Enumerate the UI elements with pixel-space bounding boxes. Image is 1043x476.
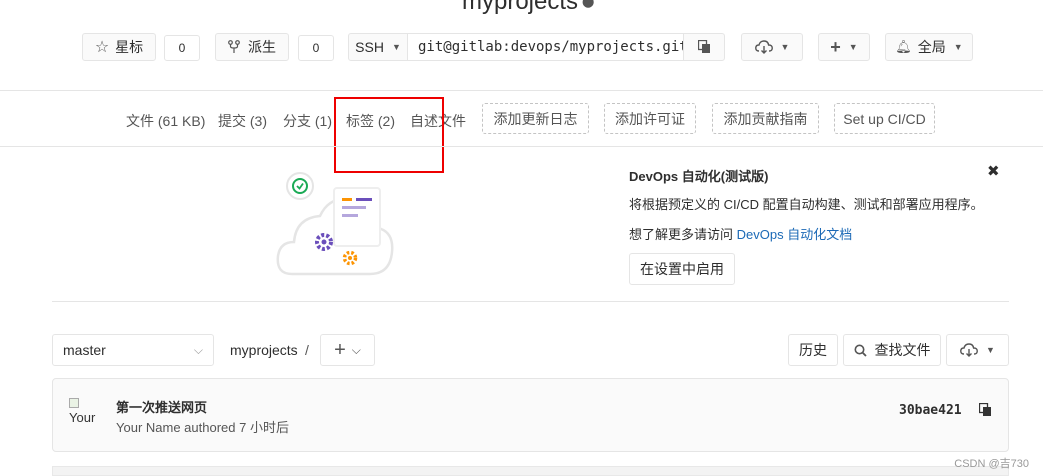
copy-url-button[interactable] bbox=[683, 33, 725, 61]
autodevops-learn-more: 想了解更多请访问 DevOps 自动化文档 bbox=[629, 224, 852, 243]
fork-count[interactable]: 0 bbox=[298, 35, 334, 61]
download-dropdown[interactable]: ▼ bbox=[741, 33, 803, 61]
chevron-down-icon: ⌵ bbox=[193, 342, 203, 357]
chevron-down-icon: ▼ bbox=[986, 345, 995, 355]
star-label: 星标 bbox=[115, 39, 144, 55]
commit-title[interactable]: 第一次推送网页 bbox=[116, 397, 207, 416]
watermark: CSDN @吉730 bbox=[954, 458, 1029, 470]
add-changelog-button[interactable]: 添加更新日志 bbox=[482, 103, 589, 134]
nav-files[interactable]: 文件 (61 KB) bbox=[126, 111, 205, 131]
clone-url-input[interactable]: git@gitlab:devops/myprojects.git bbox=[407, 33, 688, 61]
commit-author-line: Your Name authored 7 小时后 bbox=[116, 420, 289, 435]
download-archive-dropdown[interactable]: ▼ bbox=[946, 334, 1009, 366]
branch-name: master bbox=[63, 342, 106, 358]
fork-button[interactable]: 派生 bbox=[215, 33, 289, 61]
autodevops-title: DevOps 自动化(测试版) bbox=[629, 169, 769, 184]
fork-icon bbox=[228, 40, 240, 53]
close-icon[interactable]: ✖ bbox=[987, 162, 1000, 180]
autodevops-description: 将根据预定义的 CI/CD 配置自动构建、测试和部署应用程序。 bbox=[629, 197, 984, 212]
nav-branches[interactable]: 分支 (1) bbox=[283, 111, 332, 131]
chevron-down-icon: ▼ bbox=[848, 42, 858, 52]
nav-divider bbox=[0, 146, 1043, 147]
learn-more-prefix: 想了解更多请访问 bbox=[629, 227, 737, 242]
avatar[interactable]: Your bbox=[69, 397, 105, 433]
autodevops-docs-link[interactable]: DevOps 自动化文档 bbox=[737, 227, 853, 242]
star-icon: ☆ bbox=[94, 39, 110, 56]
cloud-download-icon bbox=[754, 40, 773, 54]
nav-commits[interactable]: 提交 (3) bbox=[218, 111, 267, 131]
notification-level: 全局 bbox=[917, 39, 946, 55]
add-contributing-button[interactable]: 添加贡献指南 bbox=[712, 103, 819, 134]
file-list-header bbox=[52, 466, 1009, 476]
plus-icon: + bbox=[334, 338, 346, 361]
bell-icon: 🔔︎ bbox=[895, 39, 912, 54]
lock-icon: ⬤ bbox=[582, 0, 595, 8]
annotation-highlight-box bbox=[334, 97, 444, 173]
commit-sha[interactable]: 30bae421 bbox=[899, 403, 962, 418]
cloud-download-icon bbox=[960, 343, 978, 357]
project-title: myprojects ⬤ bbox=[462, 0, 594, 16]
branch-selector[interactable]: master ⌵ bbox=[52, 334, 214, 366]
last-commit-panel: Your 第一次推送网页 Your Name authored 7 小时后 30… bbox=[52, 378, 1009, 452]
plus-icon: + bbox=[830, 36, 841, 57]
chevron-down-icon: ▼ bbox=[953, 42, 963, 52]
add-license-button[interactable]: 添加许可证 bbox=[604, 103, 696, 134]
fork-label: 派生 bbox=[248, 39, 276, 55]
avatar-alt-text: Your bbox=[69, 410, 96, 425]
star-count[interactable]: 0 bbox=[164, 35, 200, 61]
project-name: myprojects bbox=[462, 0, 579, 15]
find-file-button[interactable]: 查找文件 bbox=[843, 334, 941, 366]
breadcrumb-separator: / bbox=[305, 342, 309, 358]
enable-in-settings-button[interactable]: 在设置中启用 bbox=[629, 253, 735, 285]
section-divider bbox=[52, 301, 1009, 302]
star-button[interactable]: ☆ 星标 bbox=[82, 33, 156, 61]
search-icon bbox=[854, 344, 867, 357]
autodevops-illustration bbox=[276, 172, 394, 276]
new-item-dropdown[interactable]: + ▼ bbox=[818, 33, 870, 61]
copy-icon[interactable] bbox=[979, 403, 992, 417]
find-file-label: 查找文件 bbox=[874, 342, 931, 358]
notification-dropdown[interactable]: 🔔︎ 全局 ▼ bbox=[885, 33, 973, 61]
protocol-dropdown[interactable]: SSH ▼ bbox=[348, 33, 408, 61]
add-to-tree-dropdown[interactable]: + ⌵ bbox=[320, 334, 375, 366]
chevron-down-icon: ▼ bbox=[391, 42, 401, 52]
chevron-down-icon: ⌵ bbox=[351, 342, 361, 357]
chevron-down-icon: ▼ bbox=[780, 42, 790, 52]
history-button[interactable]: 历史 bbox=[788, 334, 838, 366]
breadcrumb-project[interactable]: myprojects bbox=[230, 342, 298, 358]
broken-image-icon bbox=[69, 398, 79, 408]
header-divider bbox=[0, 90, 1043, 91]
protocol-label: SSH bbox=[355, 39, 384, 55]
copy-icon bbox=[697, 40, 710, 53]
setup-ci-button[interactable]: Set up CI/CD bbox=[834, 103, 935, 134]
